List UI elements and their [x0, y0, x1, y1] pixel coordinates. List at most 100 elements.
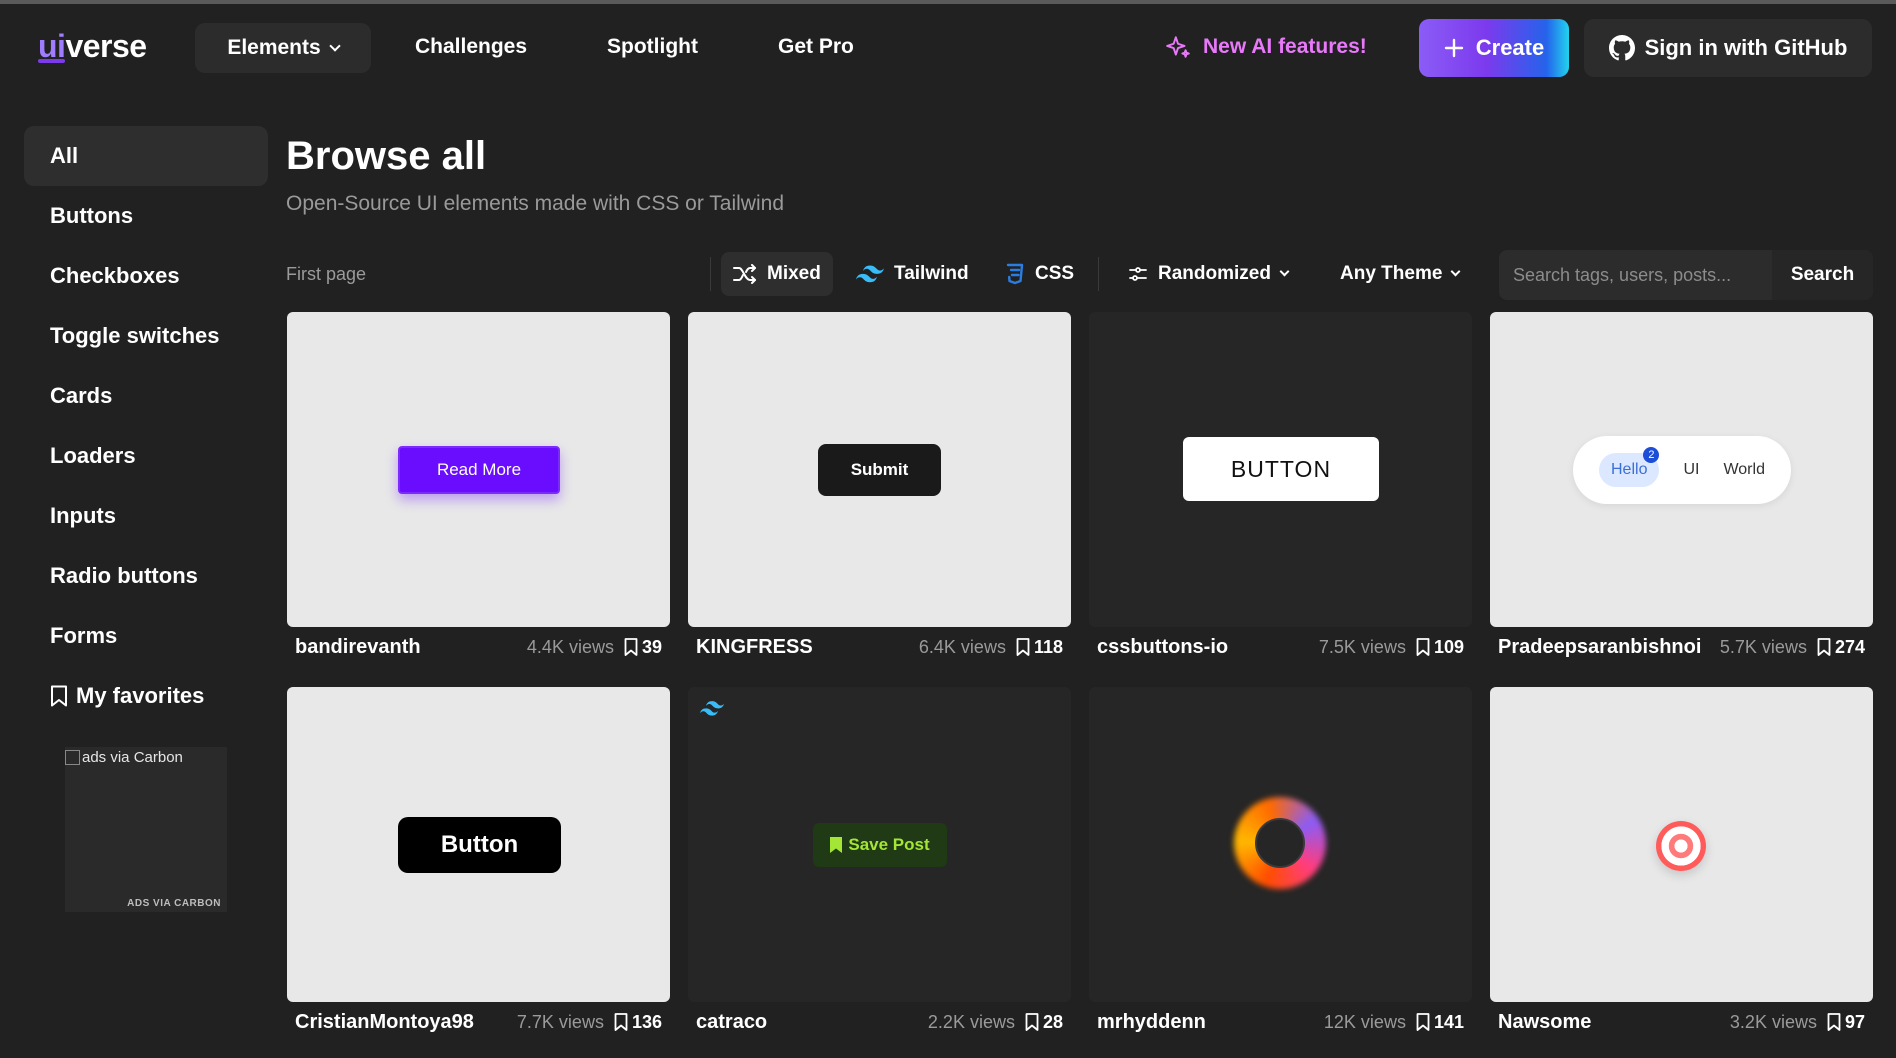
card-meta: Pradeepsaranbishnoi 5.7K views 274	[1490, 632, 1873, 662]
pagination-label: First page	[286, 264, 367, 284]
card-author[interactable]: cssbuttons-io	[1097, 636, 1228, 659]
card-views: 3.2K views	[1729, 1011, 1817, 1032]
card-stats: 7.7K views 136	[517, 1012, 662, 1033]
preview-save-post-button[interactable]: Save Post	[813, 823, 947, 867]
sidebar-item-cards[interactable]: Cards	[24, 366, 268, 426]
card-author[interactable]: CristianMontoya98	[295, 1011, 474, 1034]
nav-spotlight[interactable]: Spotlight	[607, 35, 698, 59]
card-save-button[interactable]: 28	[1025, 1012, 1063, 1033]
element-card[interactable]	[1089, 687, 1472, 1002]
element-card[interactable]: Submit	[688, 312, 1071, 627]
sidebar-item-label: Loaders	[50, 443, 136, 468]
preview-button[interactable]: Button	[398, 817, 561, 873]
card-views: 7.5K views	[1318, 636, 1406, 657]
element-card[interactable]: BUTTON	[1089, 312, 1472, 627]
github-icon	[1608, 35, 1635, 61]
card-save-count: 28	[1042, 1011, 1063, 1032]
theme-dropdown[interactable]: Any Theme	[1328, 252, 1471, 296]
preview-tab-hello[interactable]: Hello 2	[1599, 447, 1660, 487]
card-views: 6.4K views	[918, 636, 1006, 657]
chevron-down-icon	[329, 39, 341, 52]
sidebar-item-inputs[interactable]: Inputs	[24, 486, 268, 546]
card-save-button[interactable]: 109	[1416, 637, 1464, 658]
preview-tab-world[interactable]: World	[1723, 461, 1765, 479]
sidebar-item-radio-buttons[interactable]: Radio buttons	[24, 546, 268, 606]
bookmark-icon	[1817, 638, 1831, 656]
create-button[interactable]: Create	[1419, 19, 1569, 77]
card-author[interactable]: catraco	[696, 1011, 767, 1034]
sidebar-item-label: Buttons	[50, 203, 134, 228]
search-button[interactable]: Search	[1772, 250, 1873, 300]
sidebar-item-label: My favorites	[76, 683, 205, 708]
element-card[interactable]: Hello 2 UI World	[1490, 312, 1873, 627]
card-save-button[interactable]: 39	[624, 637, 662, 658]
filter-css-label: CSS	[1035, 263, 1075, 284]
card-save-button[interactable]: 118	[1016, 637, 1063, 658]
sort-dropdown[interactable]: Randomized	[1116, 252, 1300, 296]
card-save-button[interactable]: 274	[1817, 637, 1865, 658]
shuffle-icon	[733, 264, 756, 284]
sidebar-item-label: Toggle switches	[50, 323, 220, 348]
page-title: Browse all	[286, 134, 487, 178]
filter-tailwind[interactable]: Tailwind	[844, 252, 981, 296]
preview-read-more-button[interactable]: Read More	[398, 446, 560, 494]
element-card[interactable]	[1490, 687, 1873, 1002]
tailwind-icon	[856, 265, 884, 283]
filter-mixed-label: Mixed	[767, 263, 821, 284]
sort-label: Randomized	[1158, 263, 1271, 284]
card-save-button[interactable]: 141	[1416, 1012, 1464, 1033]
preview-submit-button[interactable]: Submit	[818, 444, 941, 496]
sidebar-item-all[interactable]: All	[24, 126, 268, 186]
preview-radio-button[interactable]	[1656, 821, 1706, 871]
nav-challenges[interactable]: Challenges	[415, 35, 527, 59]
element-card[interactable]: Save Post	[688, 687, 1071, 1002]
nav-elements-label: Elements	[227, 36, 321, 59]
chevron-down-icon	[1450, 266, 1461, 277]
sliders-icon	[1129, 267, 1147, 281]
bookmark-icon	[624, 638, 638, 656]
sidebar-item-toggle-switches[interactable]: Toggle switches	[24, 306, 268, 366]
top-navbar: uiverse Elements Challenges Spotlight Ge…	[0, 4, 1896, 88]
carbon-ad[interactable]: ads via Carbon ADS VIA CARBON	[65, 747, 227, 912]
sparkle-icon	[1166, 36, 1190, 58]
card-save-button[interactable]: 136	[614, 1012, 662, 1033]
sidebar-item-loaders[interactable]: Loaders	[24, 426, 268, 486]
page-subtitle: Open-Source UI elements made with CSS or…	[286, 192, 785, 215]
search-input[interactable]	[1499, 250, 1772, 300]
filter-mixed[interactable]: Mixed	[721, 252, 833, 296]
ad-attribution[interactable]: ADS VIA CARBON	[127, 898, 221, 909]
filter-tailwind-label: Tailwind	[894, 263, 969, 284]
nav-get-pro[interactable]: Get Pro	[778, 35, 854, 59]
card-views: 4.4K views	[526, 636, 614, 657]
sidebar-item-checkboxes[interactable]: Checkboxes	[24, 246, 268, 306]
card-author[interactable]: Nawsome	[1498, 1011, 1591, 1034]
card-author[interactable]: bandirevanth	[295, 636, 421, 659]
bookmark-icon	[1025, 1013, 1039, 1031]
uiverse-logo[interactable]: uiverse	[38, 28, 147, 65]
preview-loader-core	[1255, 818, 1305, 868]
card-author[interactable]: KINGFRESS	[696, 636, 813, 659]
card-author[interactable]: mrhyddenn	[1097, 1011, 1206, 1034]
bookmark-icon	[1416, 638, 1430, 656]
sidebar-item-label: Cards	[50, 383, 113, 408]
sidebar-item-buttons[interactable]: Buttons	[24, 186, 268, 246]
preview-tab-hello-label: Hello	[1611, 461, 1648, 478]
bookmark-icon	[1827, 1013, 1841, 1031]
new-ai-features-link[interactable]: New AI features!	[1165, 34, 1367, 60]
card-save-count: 97	[1844, 1011, 1865, 1032]
sidebar-item-my-favorites[interactable]: My favorites	[24, 666, 268, 726]
bookmark-icon	[1416, 1013, 1430, 1031]
github-signin-button[interactable]: Sign in with GitHub	[1584, 19, 1872, 77]
preview-button[interactable]: BUTTON	[1183, 437, 1379, 501]
filter-css[interactable]: CSS	[993, 252, 1086, 296]
element-card[interactable]: Read More	[287, 312, 670, 627]
element-card[interactable]: Button	[287, 687, 670, 1002]
nav-elements-dropdown[interactable]: Elements	[195, 23, 371, 73]
logo-ui-text: ui	[38, 28, 66, 64]
tailwind-icon	[700, 701, 724, 716]
sidebar-item-label: Radio buttons	[50, 563, 198, 588]
sidebar-item-forms[interactable]: Forms	[24, 606, 268, 666]
card-save-button[interactable]: 97	[1827, 1012, 1865, 1033]
card-author[interactable]: Pradeepsaranbishnoi	[1498, 636, 1701, 659]
preview-tab-ui[interactable]: UI	[1683, 461, 1699, 479]
